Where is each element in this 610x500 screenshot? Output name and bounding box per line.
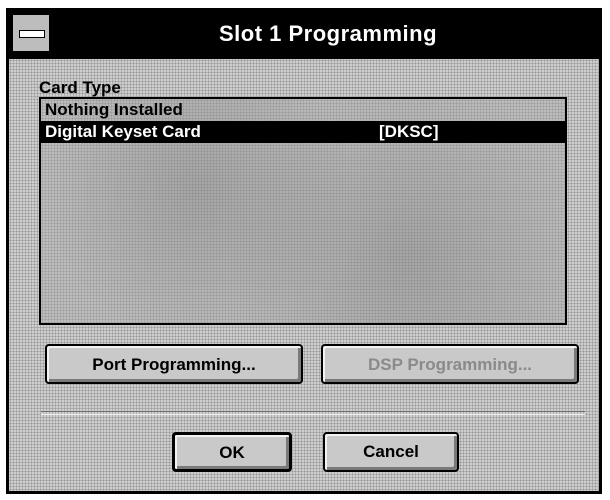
card-type-listbox[interactable]: Nothing Installed Digital Keyset Card [D… (39, 97, 567, 325)
divider (41, 411, 585, 415)
cancel-label: Cancel (363, 442, 419, 461)
ok-button[interactable]: OK (172, 432, 292, 472)
minus-icon (19, 30, 45, 38)
list-item-name: Nothing Installed (45, 100, 183, 119)
slot-programming-dialog: Slot 1 Programming Card Type Nothing Ins… (6, 8, 602, 494)
cancel-button[interactable]: Cancel (323, 432, 459, 472)
window-title: Slot 1 Programming (218, 21, 438, 46)
list-item-name: Digital Keyset Card (45, 122, 201, 141)
port-programming-label: Port Programming... (92, 355, 256, 374)
ok-label: OK (219, 443, 245, 462)
dsp-programming-button[interactable]: DSP Programming... (321, 344, 579, 384)
list-item-digital-keyset-card[interactable]: Digital Keyset Card [DKSC] (41, 121, 565, 143)
list-item-nothing-installed[interactable]: Nothing Installed (41, 99, 565, 121)
list-item-code: [DKSC] (379, 122, 439, 141)
dsp-programming-label: DSP Programming... (367, 355, 533, 374)
port-programming-button[interactable]: Port Programming... (45, 344, 303, 384)
title-bar: Slot 1 Programming (9, 11, 599, 59)
card-type-label: Card Type (39, 78, 121, 97)
system-menu-button[interactable] (13, 15, 51, 51)
